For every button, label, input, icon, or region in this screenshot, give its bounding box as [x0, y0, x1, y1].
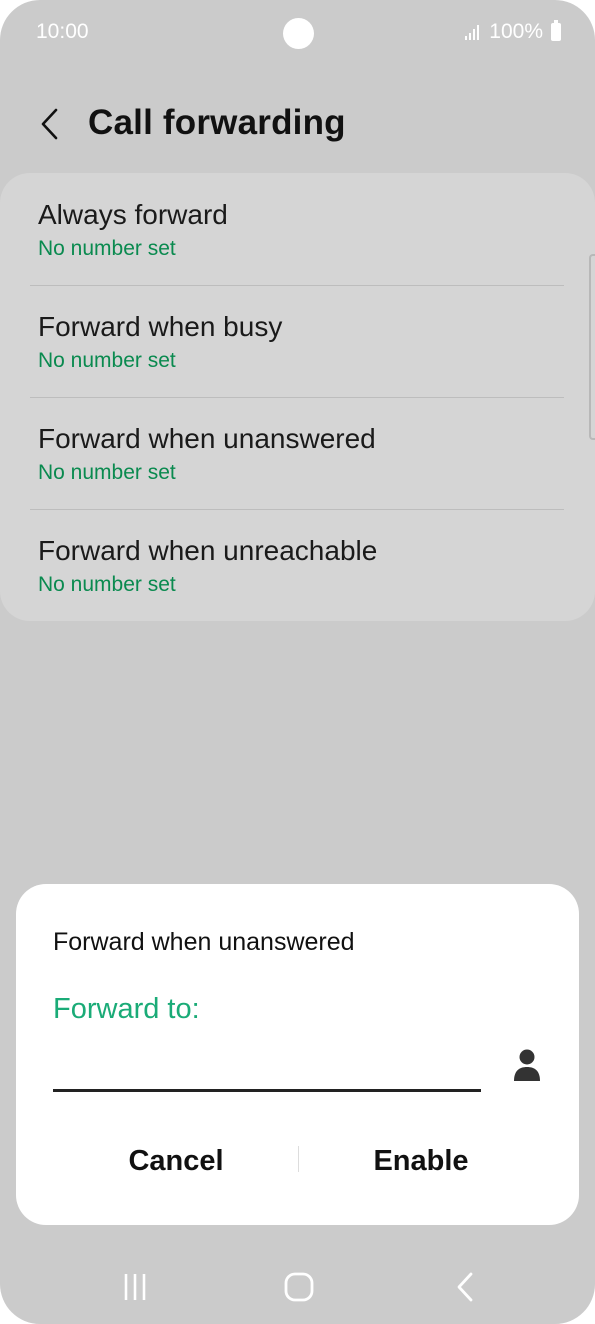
item-title: Forward when unanswered: [38, 423, 376, 454]
contact-icon: [514, 1049, 540, 1081]
signal-icon: [465, 24, 483, 40]
nav-back-icon: [457, 1272, 473, 1302]
item-title: Always forward: [38, 199, 228, 230]
forward-dialog: Forward when unanswered Forward to: Canc…: [16, 884, 579, 1225]
call-forwarding-list: Always forward No number set Forward whe…: [0, 173, 595, 621]
item-title: Forward when unreachable: [38, 535, 378, 566]
back-button[interactable]: [30, 102, 70, 146]
page-title: Call forwarding: [88, 103, 346, 142]
front-camera: [283, 18, 314, 49]
back-arrow-icon: [41, 108, 58, 140]
status-icons: 100%: [465, 20, 561, 44]
list-item-always-forward[interactable]: Always forward No number set: [0, 173, 595, 285]
scroll-indicator[interactable]: [589, 254, 595, 440]
item-subtitle: No number set: [38, 237, 176, 260]
cancel-button[interactable]: Cancel: [106, 1138, 246, 1184]
home-button[interactable]: [274, 1262, 324, 1312]
item-title: Forward when busy: [38, 311, 283, 342]
battery-icon: [551, 20, 561, 41]
forward-to-label: Forward to:: [53, 993, 200, 1025]
home-icon: [284, 1272, 314, 1302]
item-subtitle: No number set: [38, 461, 176, 484]
recents-button[interactable]: [110, 1262, 160, 1312]
contact-picker-button[interactable]: [512, 1048, 542, 1088]
nav-back-button[interactable]: [440, 1262, 490, 1312]
list-item-forward-when-unanswered[interactable]: Forward when unanswered No number set: [0, 397, 595, 509]
list-item-forward-when-unreachable[interactable]: Forward when unreachable No number set: [0, 509, 595, 621]
item-subtitle: No number set: [38, 349, 176, 372]
item-subtitle: No number set: [38, 573, 176, 596]
button-separator: [298, 1146, 299, 1172]
battery-percent: 100%: [489, 20, 543, 43]
dialog-title: Forward when unanswered: [53, 928, 355, 956]
status-time: 10:00: [36, 20, 89, 43]
recents-icon: [124, 1274, 146, 1300]
list-item-forward-when-busy[interactable]: Forward when busy No number set: [0, 285, 595, 397]
phone-screen: 10:00 100% Call forwarding Always forwar…: [0, 0, 595, 1324]
enable-button[interactable]: Enable: [356, 1138, 486, 1184]
forward-number-input[interactable]: [53, 1044, 481, 1092]
